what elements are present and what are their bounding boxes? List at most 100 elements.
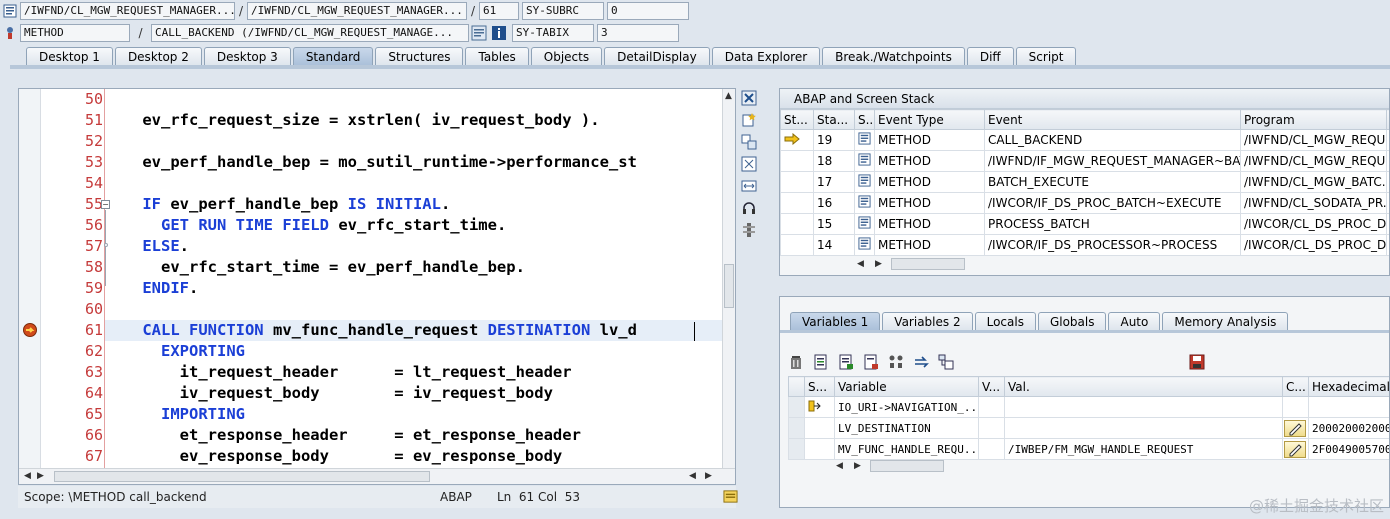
code-line[interactable]: GET RUN TIME FIELD ev_rfc_start_time. (105, 215, 725, 236)
scroll-left-icon[interactable]: ◀ (836, 461, 843, 471)
program-field[interactable]: /IWFND/CL_MGW_REQUEST_MANAGER... (20, 2, 235, 20)
stack-row[interactable]: 16 METHOD/IWCOR/IF_DS_PROC_BATCH~EXECUTE /… (780, 192, 1389, 214)
fold-toggle-icon[interactable]: − (101, 200, 110, 209)
vtab-globals[interactable]: Globals (1037, 312, 1107, 331)
editor-hscroll-thumb[interactable] (54, 471, 430, 482)
variable-value[interactable] (1004, 417, 1283, 439)
scroll-left-icon[interactable]: ◀ (24, 471, 31, 481)
stack-hscroll[interactable]: ◀ ▶ (853, 257, 971, 272)
code-line[interactable]: it_request_header = lt_request_header (105, 362, 725, 383)
row-selector[interactable] (788, 438, 805, 460)
sysval-field-1[interactable]: 0 (607, 2, 689, 20)
new-window-icon[interactable] (741, 112, 757, 128)
source-editor[interactable]: 50 51 52 53 54 55 56 57 58 59 60 61 62 63 64 65 66 67 ev_… (18, 88, 736, 485)
code-line[interactable]: ELSE. (105, 236, 725, 257)
tools-icon[interactable] (741, 222, 757, 238)
hierarchy-icon[interactable] (888, 354, 904, 370)
variable-column-header[interactable]: S... (804, 376, 835, 397)
delete-icon[interactable] (788, 354, 804, 370)
transfer-icon[interactable] (913, 354, 929, 370)
stack-row[interactable]: 17 METHOD BATCH_EXECUTE/IWFND/CL_MGW_BATC.… (780, 171, 1389, 193)
tab-break-watchpoints[interactable]: Break./Watchpoints (822, 47, 965, 66)
sysvar-field-2[interactable]: SY-TABIX (512, 24, 594, 42)
code-line[interactable]: ENDIF. (105, 278, 725, 299)
stack-nav-cell[interactable] (1386, 213, 1389, 235)
scroll-right-icon[interactable]: ▶ (37, 471, 44, 481)
source-code[interactable]: ev_rfc_request_size = xstrlen( iv_reques… (105, 89, 725, 469)
scroll-right-icon[interactable]: ▶ (875, 259, 882, 269)
tab-desktop-1[interactable]: Desktop 1 (26, 47, 113, 66)
row-selector[interactable] (788, 417, 805, 439)
close-icon[interactable] (741, 90, 757, 106)
stack-column-header[interactable]: N (1386, 109, 1389, 130)
code-line[interactable]: EXPORTING (105, 341, 725, 362)
resize-icon[interactable] (741, 178, 757, 194)
variable-column-header[interactable]: Val. (1004, 376, 1283, 397)
info-icon[interactable] (491, 25, 507, 41)
headset-icon[interactable] (741, 200, 757, 216)
variable-row[interactable]: LV_DESTINATION 200020002000 (788, 417, 1389, 439)
display-source-icon[interactable] (471, 25, 487, 41)
edit-value-icon[interactable] (1284, 419, 1306, 437)
code-line[interactable]: ev_perf_handle_bep = mo_sutil_runtime->p… (105, 152, 725, 173)
stack-column-header[interactable]: Event (984, 109, 1241, 130)
variable-row[interactable]: MV_FUNC_HANDLE_REQU... /IWBEP/FM_MGW_HAND… (788, 438, 1389, 460)
tab-diff[interactable]: Diff (966, 47, 1014, 66)
variable-column-header[interactable]: V... (978, 376, 1005, 397)
code-line[interactable]: ev_rfc_request_size = xstrlen( iv_reques… (105, 110, 725, 131)
stack-column-header[interactable]: Event Type (874, 109, 985, 130)
current-code-line[interactable]: CALL FUNCTION mv_func_handle_request DES… (105, 320, 725, 341)
variable-column-header[interactable]: C... (1282, 376, 1309, 397)
tab-desktop-2[interactable]: Desktop 2 (114, 47, 202, 66)
append-row-icon[interactable] (838, 354, 854, 370)
scroll-left-icon[interactable]: ◀ (689, 471, 696, 481)
variable-row[interactable]: IO_URI->NAVIGATION_... (788, 396, 1389, 418)
tab-tables[interactable]: Tables (465, 47, 529, 66)
insert-row-icon[interactable] (813, 354, 829, 370)
code-line[interactable]: et_response_header = et_response_header (105, 425, 725, 446)
note-icon[interactable] (723, 489, 738, 504)
stack-column-header[interactable]: Sta... (813, 109, 855, 130)
row-selector[interactable] (788, 396, 805, 418)
code-line[interactable]: ev_response_body = ev_response_body (105, 446, 725, 467)
code-line[interactable]: IF ev_perf_handle_bep IS INITIAL. (105, 194, 725, 215)
include-field[interactable]: /IWFND/CL_MGW_REQUEST_MANAGER... (247, 2, 467, 20)
variable-column-header[interactable]: Variable (834, 376, 979, 397)
editor-vertical-scrollbar[interactable]: ▲ (722, 89, 735, 469)
stack-nav-cell[interactable] (1386, 171, 1389, 193)
variable-name[interactable]: IO_URI->NAVIGATION_... (834, 396, 979, 418)
stack-nav-cell[interactable] (1386, 234, 1389, 256)
tab-standard[interactable]: Standard (292, 47, 374, 66)
tab-objects[interactable]: Objects (530, 47, 603, 66)
structure-icon[interactable] (938, 354, 954, 370)
line-field[interactable]: 61 (479, 2, 519, 20)
variables-hscroll-thumb[interactable] (870, 460, 944, 472)
scroll-up-icon[interactable]: ▲ (725, 91, 732, 101)
vtab-memory-analysis[interactable]: Memory Analysis (1162, 312, 1289, 331)
variable-name[interactable]: LV_DESTINATION (834, 417, 979, 439)
vtab-auto[interactable]: Auto (1108, 312, 1161, 331)
maximize-icon[interactable] (741, 156, 757, 172)
stack-column-header[interactable]: Program (1240, 109, 1387, 130)
stack-nav-cell[interactable] (1386, 192, 1389, 214)
tab-detaildisplay[interactable]: DetailDisplay (604, 47, 710, 66)
edit-value-icon[interactable] (1284, 440, 1306, 458)
event-type-field[interactable]: METHOD (20, 24, 130, 42)
vtab-locals[interactable]: Locals (974, 312, 1036, 331)
code-line[interactable]: iv_request_body = iv_request_body (105, 383, 725, 404)
variable-change-cell[interactable] (1282, 417, 1309, 439)
vtab-variables-1[interactable]: Variables 1 (790, 312, 881, 331)
variable-column-header[interactable]: Hexadecimal Va (1308, 376, 1389, 397)
stack-row[interactable]: 19 METHOD CALL_BACKEND/IWFND/CL_MGW_REQU..… (780, 129, 1389, 151)
tab-data-explorer[interactable]: Data Explorer (711, 47, 821, 66)
save-icon[interactable] (1189, 354, 1205, 370)
stack-nav-cell[interactable] (1386, 150, 1389, 172)
sysvar-field-1[interactable]: SY-SUBRC (522, 2, 604, 20)
stack-row[interactable]: 18 METHOD/IWFND/IF_MGW_REQUEST_MANAGER~BA… (780, 150, 1389, 172)
swap-windows-icon[interactable] (741, 134, 757, 150)
stack-column-header[interactable]: S... (854, 109, 875, 130)
variables-hscroll[interactable]: ◀ ▶ (832, 459, 950, 474)
editor-vscroll-thumb[interactable] (724, 264, 734, 308)
scroll-right-icon[interactable]: ▶ (854, 461, 861, 471)
editor-horizontal-scrollbar[interactable]: ◀ ▶ ◀ ▶ (19, 468, 735, 484)
